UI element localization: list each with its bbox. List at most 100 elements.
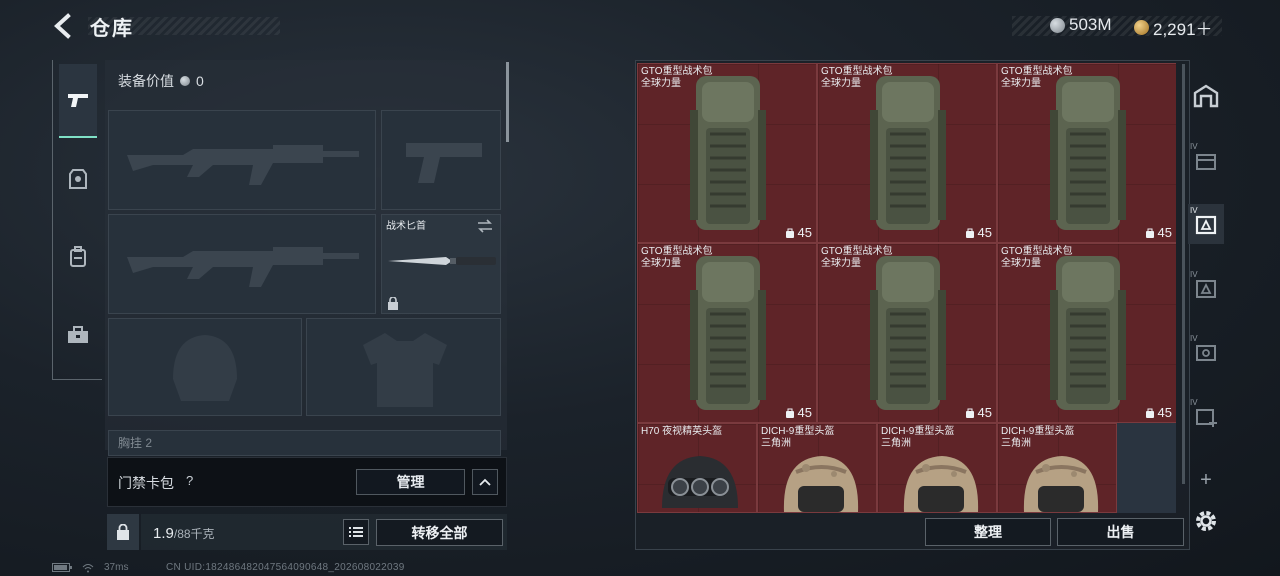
secondary-weapon-slot[interactable] <box>108 214 376 314</box>
melee-slot[interactable]: 战术匕首 <box>381 214 501 314</box>
storage-item[interactable]: H70 夜视精英头盔 <box>637 423 757 513</box>
night-vision-helmet-icon <box>662 456 738 508</box>
system-status: 37ms <box>52 562 128 573</box>
equipment-value: 装备价值 0 <box>118 71 204 91</box>
item-capacity: 45 <box>965 225 992 240</box>
primary-weapon-slot[interactable] <box>108 110 376 210</box>
rail-storage-home[interactable] <box>1188 76 1224 116</box>
item-capacity-value: 45 <box>977 405 992 420</box>
item-name: DICH-9重型头盔 三角洲 <box>881 426 954 450</box>
item-name: GTO重型战术包 全球力量 <box>1001 246 1072 270</box>
helmet-icon <box>783 456 859 512</box>
nav-backpack-tab[interactable] <box>59 238 97 276</box>
storage-grid: GTO重型战术包 全球力量 45 GTO重型战术包 全球力量 45 GTO重型战术包 全球力量… <box>637 63 1176 513</box>
armor-icon <box>69 169 87 189</box>
warehouse-icon <box>1193 84 1219 108</box>
rail-container-4[interactable]: IV <box>1188 332 1224 372</box>
knife-icon <box>388 257 496 265</box>
item-name-line1: DICH-9重型头盔 <box>1001 426 1075 437</box>
item-name: GTO重型战术包 全球力量 <box>641 66 712 90</box>
pistol-icon <box>68 94 88 107</box>
equipment-value-label: 装备价值 <box>118 73 174 89</box>
loadout-scrollbar[interactable] <box>506 62 509 142</box>
list-view-button[interactable] <box>343 519 369 545</box>
storage-item[interactable]: DICH-9重型头盔 三角洲 <box>877 423 997 513</box>
container-icon <box>1196 345 1216 361</box>
vest-silhouette-icon <box>363 333 447 407</box>
ping-value: 37ms <box>104 562 129 573</box>
item-capacity-value: 45 <box>797 225 812 240</box>
gold-coin-icon <box>1134 20 1149 35</box>
storage-item[interactable]: GTO重型战术包 全球力量 45 <box>637 243 817 423</box>
carry-weight-max: /88千克 <box>173 527 215 541</box>
body-armor-slot[interactable] <box>306 318 501 416</box>
collapse-button[interactable] <box>472 469 498 495</box>
add-container-button[interactable]: + <box>1188 460 1224 500</box>
backpack-icon <box>1050 256 1126 410</box>
item-name: DICH-9重型头盔 三角洲 <box>1001 426 1074 450</box>
helmet-silhouette-icon <box>173 335 237 401</box>
storage-item[interactable]: DICH-9重型头盔 三角洲 <box>997 423 1117 513</box>
rail-container-1[interactable]: IV <box>1188 140 1224 180</box>
storage-item[interactable]: GTO重型战术包 全球力量 45 <box>817 63 997 243</box>
backpack-icon <box>870 256 946 410</box>
silver-coin-icon <box>180 76 190 86</box>
backpack-icon <box>70 246 86 267</box>
nav-armor-tab[interactable] <box>59 160 97 198</box>
rail-container-3[interactable]: IV <box>1188 268 1224 308</box>
item-capacity: 45 <box>1145 225 1172 240</box>
storage-scrollbar[interactable] <box>1182 64 1185 484</box>
gold-currency[interactable]: 2,291＋ <box>1134 15 1213 40</box>
settings-gear-icon[interactable] <box>1192 507 1220 535</box>
manage-button[interactable]: 管理 <box>356 469 465 495</box>
list-icon <box>349 527 363 537</box>
item-capacity-value: 45 <box>1157 225 1172 240</box>
help-icon[interactable]: ? <box>186 473 193 488</box>
rifle-silhouette-icon <box>127 145 359 185</box>
silver-currency: 503M <box>1050 15 1112 35</box>
bag-capacity-icon <box>965 228 974 238</box>
nav-case-tab[interactable] <box>59 316 97 354</box>
sell-button[interactable]: 出售 <box>1057 518 1184 546</box>
battery-icon <box>52 563 72 572</box>
backpack-icon <box>870 76 946 230</box>
item-name: GTO重型战术包 全球力量 <box>821 66 892 90</box>
bag-capacity-icon <box>785 228 794 238</box>
back-arrow-icon[interactable] <box>50 12 78 40</box>
briefcase-icon <box>68 326 88 343</box>
item-name: DICH-9重型头盔 三角洲 <box>761 426 834 450</box>
user-uid: CN UID:18248648204756409064​8_2026080220… <box>166 562 405 573</box>
swap-icon[interactable] <box>476 219 494 233</box>
chest-rig-slot[interactable] <box>108 430 501 456</box>
item-name-line1: GTO重型战术包 <box>821 66 893 77</box>
bag-capacity-icon <box>1145 228 1154 238</box>
container-add-icon <box>1196 409 1217 427</box>
sidearm-slot[interactable] <box>381 110 501 210</box>
storage-item[interactable]: DICH-9重型头盔 三角洲 <box>757 423 877 513</box>
storage-item[interactable]: GTO重型战术包 全球力量 45 <box>637 63 817 243</box>
sort-button[interactable]: 整理 <box>925 518 1051 546</box>
silver-coin-icon <box>1050 17 1065 33</box>
helmet-slot[interactable] <box>108 318 302 416</box>
melee-name: 战术匕首 <box>386 221 426 232</box>
item-name-line2: 全球力量 <box>641 78 681 89</box>
pistol-silhouette-icon <box>406 143 482 183</box>
tier-label: IV <box>1190 142 1198 151</box>
storage-item[interactable]: GTO重型战术包 全球力量 45 <box>817 243 997 423</box>
bag-capacity-icon <box>965 408 974 418</box>
tier-label: IV <box>1190 270 1198 279</box>
item-name-line1: H70 夜视精英头盔 <box>641 426 723 437</box>
container-icon <box>1196 280 1216 298</box>
rail-container-2[interactable]: IV <box>1188 204 1224 244</box>
storage-item[interactable]: GTO重型战术包 全球力量 45 <box>997 63 1176 243</box>
item-name-line2: 全球力量 <box>821 258 861 269</box>
item-name-line1: DICH-9重型头盔 <box>881 426 955 437</box>
nav-weapon-tab[interactable] <box>59 64 97 138</box>
transfer-all-button[interactable]: 转移全部 <box>376 519 503 546</box>
keycard-bag-label: 门禁卡包 <box>118 475 174 491</box>
rail-container-5[interactable]: IV <box>1188 396 1224 436</box>
weight-lock-button[interactable] <box>107 514 139 550</box>
chest-rig-label: 胸挂 2 <box>118 436 153 450</box>
container-icon <box>1195 215 1217 235</box>
storage-item[interactable]: GTO重型战术包 全球力量 45 <box>997 243 1176 423</box>
